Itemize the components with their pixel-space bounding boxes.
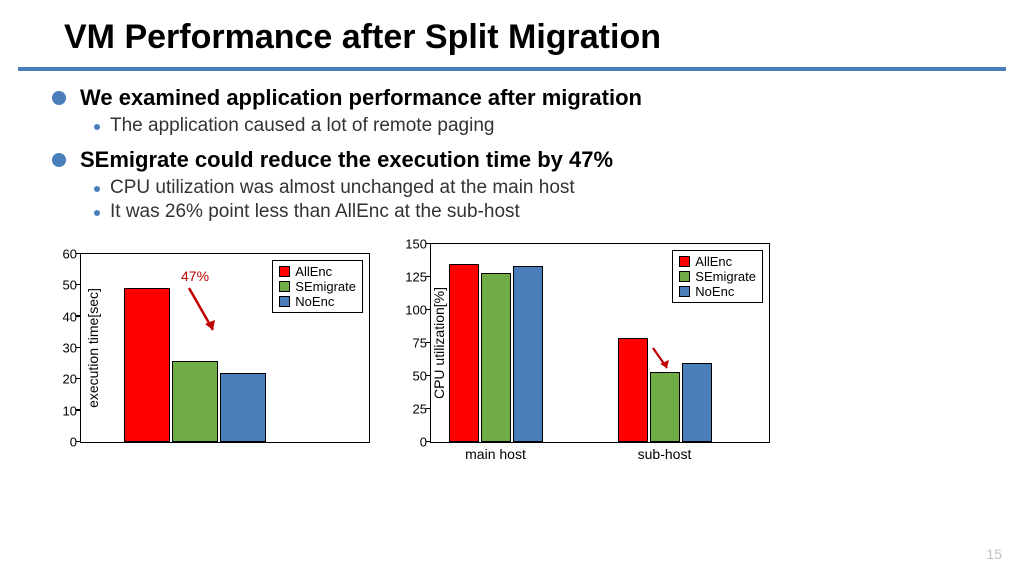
sub-bullet-text: The application caused a lot of remote p… bbox=[110, 115, 494, 137]
x-tick-label: main host bbox=[465, 442, 526, 462]
y-tick-label: 50 bbox=[413, 369, 431, 384]
chart-cpu-utilization: CPU utilization[%] AllEnc SEmigrate NoEn… bbox=[430, 243, 770, 443]
y-tick-label: 30 bbox=[63, 341, 81, 356]
arrow-icon bbox=[185, 284, 225, 349]
legend-label: SEmigrate bbox=[295, 279, 356, 294]
bar-allenc bbox=[124, 288, 170, 442]
annotation-47pct: 47% bbox=[181, 268, 209, 284]
y-axis-label: CPU utilization[%] bbox=[431, 287, 447, 399]
x-tick-label: sub-host bbox=[638, 442, 692, 462]
bullet-text: We examined application performance afte… bbox=[80, 85, 642, 111]
legend-swatch-semigrate bbox=[679, 271, 690, 282]
title-rule bbox=[18, 67, 1006, 71]
bar-noenc bbox=[513, 266, 543, 442]
arrow-icon bbox=[649, 344, 679, 383]
bar-noenc bbox=[220, 373, 266, 442]
y-tick-label: 20 bbox=[63, 372, 81, 387]
y-tick-label: 10 bbox=[63, 403, 81, 418]
y-tick-label: 125 bbox=[405, 270, 431, 285]
legend-swatch-allenc bbox=[679, 256, 690, 267]
legend-swatch-allenc bbox=[279, 266, 290, 277]
legend-label: SEmigrate bbox=[695, 269, 756, 284]
sub-bullet-text: CPU utilization was almost unchanged at … bbox=[110, 177, 575, 199]
legend: AllEnc SEmigrate NoEnc bbox=[672, 250, 763, 303]
y-tick-label: 150 bbox=[405, 237, 431, 252]
y-axis-label: execution time[sec] bbox=[85, 288, 101, 408]
y-tick-label: 100 bbox=[405, 303, 431, 318]
bar-allenc bbox=[449, 264, 479, 442]
y-tick-label: 60 bbox=[63, 247, 81, 262]
y-tick-label: 75 bbox=[413, 336, 431, 351]
bar-allenc bbox=[618, 338, 648, 442]
bullet-content: We examined application performance afte… bbox=[0, 85, 1024, 223]
bullet-icon bbox=[52, 153, 66, 167]
bar-semig bbox=[172, 361, 218, 442]
sub-bullet-text: It was 26% point less than AllEnc at the… bbox=[110, 201, 520, 223]
bar-noenc bbox=[682, 363, 712, 442]
y-tick-label: 50 bbox=[63, 278, 81, 293]
bullet-text: SEmigrate could reduce the execution tim… bbox=[80, 147, 613, 173]
y-tick-label: 25 bbox=[413, 402, 431, 417]
legend-label: NoEnc bbox=[295, 294, 334, 309]
y-tick-label: 0 bbox=[70, 435, 81, 450]
bullet-icon bbox=[52, 91, 66, 105]
chart-execution-time: execution time[sec] AllEnc SEmigrate NoE… bbox=[80, 253, 370, 443]
page-title: VM Performance after Split Migration bbox=[0, 0, 1024, 67]
legend-label: AllEnc bbox=[295, 264, 332, 279]
y-tick-label: 0 bbox=[420, 435, 431, 450]
dot-icon bbox=[94, 186, 100, 192]
dot-icon bbox=[94, 210, 100, 216]
y-tick-label: 40 bbox=[63, 309, 81, 324]
legend-swatch-noenc bbox=[679, 286, 690, 297]
legend-label: AllEnc bbox=[695, 254, 732, 269]
legend-swatch-noenc bbox=[279, 296, 290, 307]
legend-label: NoEnc bbox=[695, 284, 734, 299]
dot-icon bbox=[94, 124, 100, 130]
page-number: 15 bbox=[986, 546, 1002, 562]
legend-swatch-semigrate bbox=[279, 281, 290, 292]
legend: AllEnc SEmigrate NoEnc bbox=[272, 260, 363, 313]
bar-semig bbox=[481, 273, 511, 442]
